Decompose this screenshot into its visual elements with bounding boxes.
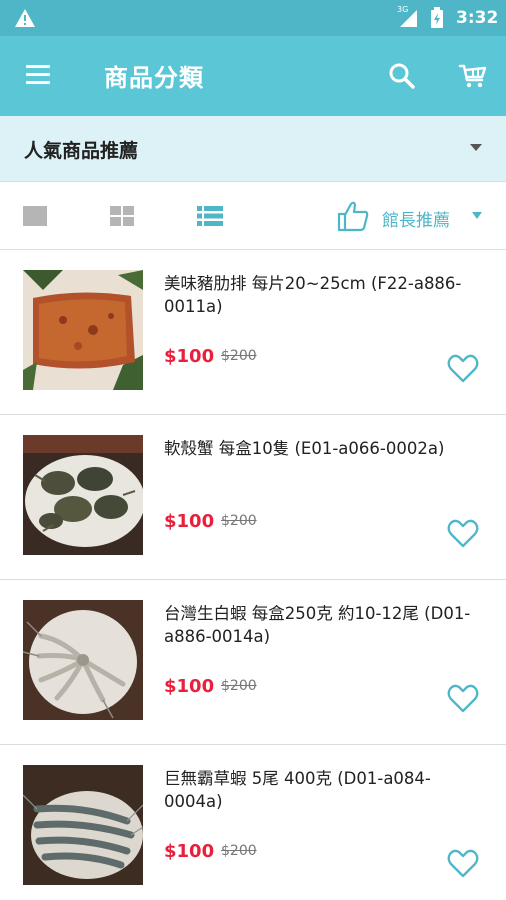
status-bar: 3G 3:32: [0, 0, 506, 36]
grid-view-icon[interactable]: [110, 206, 134, 226]
product-price: $100: [164, 346, 215, 367]
product-item[interactable]: 美味豬肋排 每片20~25cm (F22-a886-0011a) $100 $2…: [0, 250, 506, 415]
warning-icon: [15, 9, 35, 27]
product-price: $100: [164, 841, 215, 862]
product-name: 軟殼蟹 每盒10隻 (E01-a066-0002a): [164, 439, 445, 458]
heart-icon[interactable]: [447, 519, 479, 549]
product-item[interactable]: 軟殼蟹 每盒10隻 (E01-a066-0002a) $100 $200: [0, 415, 506, 580]
product-image: [23, 600, 143, 720]
heart-icon[interactable]: [447, 849, 479, 879]
view-toolbar: 館長推薦: [0, 182, 506, 250]
signal-icon: [400, 10, 417, 27]
cart-icon[interactable]: [458, 62, 488, 90]
page-title: 商品分類: [104, 64, 204, 92]
app-bar: 商品分類: [0, 36, 506, 116]
thumbs-up-icon: [337, 201, 369, 232]
search-icon[interactable]: [388, 62, 416, 90]
product-price: $100: [164, 511, 215, 532]
product-original-price: $200: [221, 843, 257, 859]
heart-icon[interactable]: [447, 354, 479, 384]
product-price: $100: [164, 676, 215, 697]
product-name: 巨無霸草蝦 5尾 400克 (D01-a084-0004a): [164, 769, 431, 811]
heart-icon[interactable]: [447, 684, 479, 714]
battery-icon: [431, 7, 443, 28]
single-view-icon[interactable]: [23, 206, 47, 226]
product-name: 美味豬肋排 每片20~25cm (F22-a886-0011a): [164, 274, 462, 316]
caret-down-icon: [472, 212, 482, 219]
product-original-price: $200: [221, 678, 257, 694]
product-item[interactable]: 巨無霸草蝦 5尾 400克 (D01-a084-0004a) $100 $200: [0, 745, 506, 900]
product-image: [23, 435, 143, 555]
product-item[interactable]: 台灣生白蝦 每盒250克 約10-12尾 (D01-a886-0014a) $1…: [0, 580, 506, 745]
product-original-price: $200: [221, 348, 257, 364]
product-name: 台灣生白蝦 每盒250克 約10-12尾 (D01-a886-0014a): [164, 604, 471, 646]
status-time: 3:32: [456, 8, 499, 28]
product-image: [23, 765, 143, 885]
chevron-down-icon: [470, 144, 482, 151]
product-original-price: $200: [221, 513, 257, 529]
category-dropdown[interactable]: 人氣商品推薦: [0, 116, 506, 182]
sort-label: 館長推薦: [382, 211, 450, 231]
product-list: 美味豬肋排 每片20~25cm (F22-a886-0011a) $100 $2…: [0, 250, 506, 900]
list-view-icon[interactable]: [197, 206, 223, 226]
category-label: 人氣商品推薦: [24, 140, 139, 162]
product-image: [23, 270, 143, 390]
menu-icon[interactable]: [24, 63, 54, 87]
